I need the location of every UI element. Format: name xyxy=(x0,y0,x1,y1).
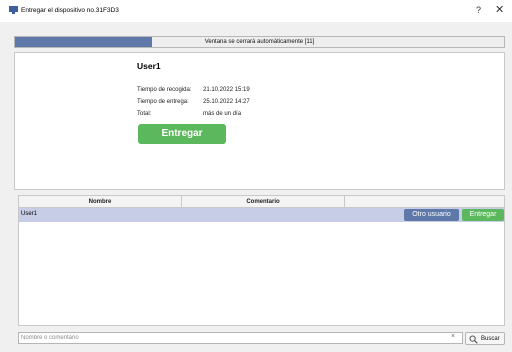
delivery-info-panel: User1 Tiempo de recogida: 21.10.2022 15:… xyxy=(14,52,505,190)
column-header-name[interactable]: Nombre xyxy=(19,196,182,208)
deliver-button[interactable]: Entregar xyxy=(138,124,226,144)
pickup-time-label: Tiempo de recogida: xyxy=(137,87,192,93)
total-label: Total: xyxy=(137,111,152,117)
column-header-comment[interactable]: Comentario xyxy=(182,196,345,208)
users-table: Nombre Comentario User1 Otro usuario Ent… xyxy=(18,195,505,326)
auto-close-progress: Ventana se cerrará automáticamente [11] xyxy=(14,36,505,48)
search-button-label: Buscar xyxy=(481,336,500,342)
search-input[interactable] xyxy=(18,332,463,344)
user-name: User1 xyxy=(137,61,161,71)
search-icon xyxy=(469,335,478,344)
title-bar: Entregar el dispositivo no.31F3D3 ? ✕ xyxy=(0,0,512,22)
delivery-time-value: 25.10.2022 14:27 xyxy=(203,99,250,105)
progress-text: Ventana se cerrará automáticamente [11] xyxy=(204,39,315,45)
row-name: User1 xyxy=(21,211,38,217)
search-button[interactable]: Buscar xyxy=(465,332,505,345)
pickup-time-value: 21.10.2022 15:19 xyxy=(203,87,250,93)
table-row[interactable]: User1 Otro usuario Entregar xyxy=(19,208,504,222)
total-value: más de un día xyxy=(203,111,242,117)
close-button[interactable]: ✕ xyxy=(495,3,504,16)
help-button[interactable]: ? xyxy=(476,5,481,15)
delivery-time-label: Tiempo de entrega: xyxy=(137,99,189,105)
row-deliver-button[interactable]: Entregar xyxy=(462,209,504,221)
other-user-button[interactable]: Otro usuario xyxy=(404,209,459,221)
window-title: Entregar el dispositivo no.31F3D3 xyxy=(21,7,119,14)
clear-icon[interactable]: × xyxy=(451,333,455,340)
table-header: Nombre Comentario xyxy=(19,196,504,208)
column-header-actions xyxy=(345,196,506,208)
monitor-icon xyxy=(9,6,18,14)
